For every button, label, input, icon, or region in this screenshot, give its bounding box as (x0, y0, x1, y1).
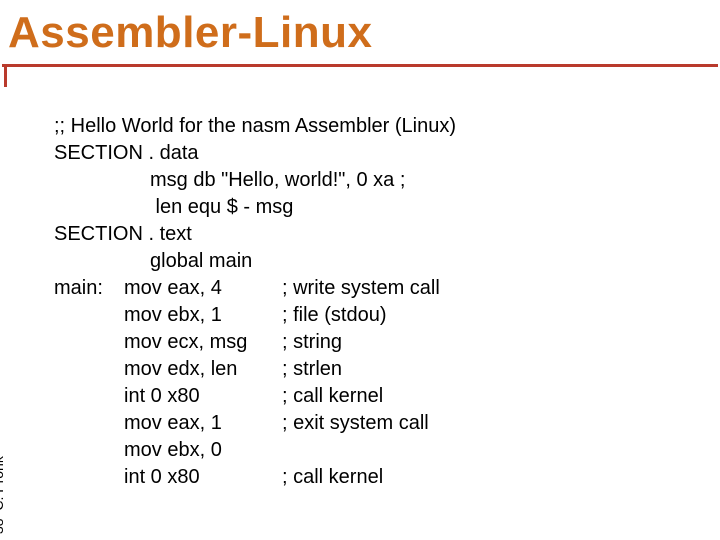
assembler-code: ;; Hello World for the nasm Assembler (L… (54, 113, 720, 491)
code-instruction: mov ecx, msg (124, 329, 282, 356)
code-instruction: mov ebx, 1 (124, 302, 282, 329)
rule-horizontal (2, 64, 718, 67)
code-comment: ; file (stdou) (282, 302, 386, 329)
code-instruction: int 0 x80 (124, 383, 282, 410)
code-line: mov ecx, msg ; string (54, 329, 720, 356)
code-spacer (54, 302, 124, 329)
code-line: int 0 x80 ; call kernel (54, 383, 720, 410)
code-line: mov ebx, 1 ; file (stdou) (54, 302, 720, 329)
code-comment: ; call kernel (282, 383, 383, 410)
code-line: global main (54, 248, 720, 275)
code-instruction: mov ebx, 0 (124, 437, 282, 464)
rule-tick (4, 65, 7, 87)
code-line: SECTION . data (54, 140, 720, 167)
code-spacer (54, 464, 124, 491)
author-name: C. Pronk (0, 456, 6, 510)
code-comment: ; write system call (282, 275, 440, 302)
code-line: mov edx, len ; strlen (54, 356, 720, 383)
page-number: 38 (0, 518, 6, 534)
code-line: mov ebx, 0 (54, 437, 720, 464)
code-comment: ; string (282, 329, 342, 356)
code-comment: ; exit system call (282, 410, 429, 437)
title-rule (0, 64, 720, 87)
code-line: len equ $ - msg (54, 194, 720, 221)
code-spacer (54, 329, 124, 356)
code-spacer (54, 437, 124, 464)
code-instruction: mov eax, 4 (124, 275, 282, 302)
slide-footer: 38 C. Pronk (0, 456, 6, 534)
code-label: main: (54, 275, 124, 302)
code-instruction: mov eax, 1 (124, 410, 282, 437)
code-instruction: mov edx, len (124, 356, 282, 383)
slide-title: Assembler-Linux (0, 0, 720, 64)
code-comment: ; strlen (282, 356, 342, 383)
code-line: SECTION . text (54, 221, 720, 248)
code-comment: ; call kernel (282, 464, 383, 491)
code-line: int 0 x80 ; call kernel (54, 464, 720, 491)
code-line: ;; Hello World for the nasm Assembler (L… (54, 113, 720, 140)
code-line: mov eax, 1 ; exit system call (54, 410, 720, 437)
code-line: msg db "Hello, world!", 0 xa ; (54, 167, 720, 194)
code-spacer (54, 410, 124, 437)
code-content: ;; Hello World for the nasm Assembler (L… (0, 87, 720, 491)
code-line: main: mov eax, 4 ; write system call (54, 275, 720, 302)
code-spacer (54, 356, 124, 383)
code-spacer (54, 383, 124, 410)
code-instruction: int 0 x80 (124, 464, 282, 491)
